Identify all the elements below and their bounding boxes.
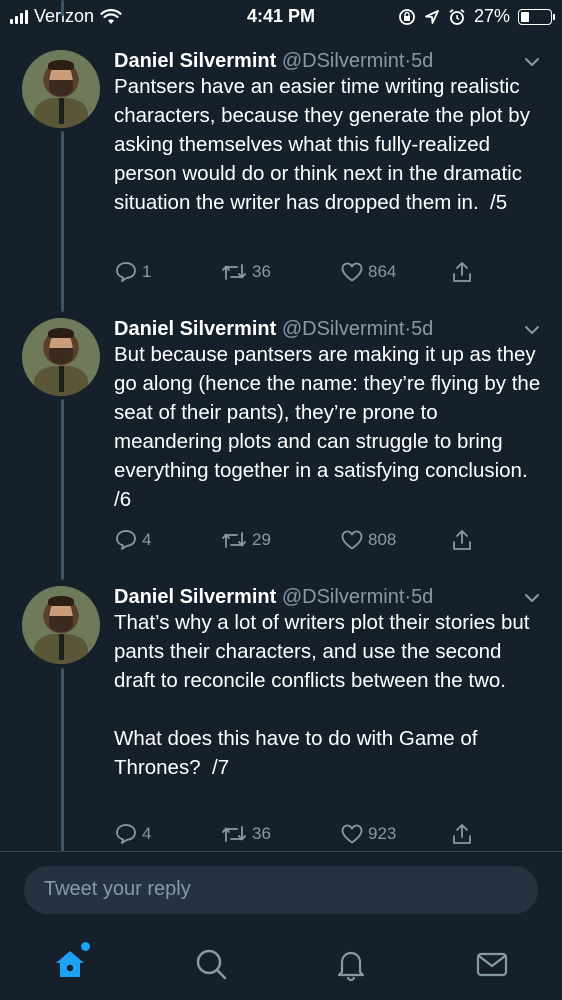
share-button[interactable] [450,822,474,846]
tweet-actions: 1 36 864 [114,260,534,288]
retweet-icon [222,826,246,842]
author-name[interactable]: Daniel Silvermint [114,50,276,72]
messages-icon [476,952,508,977]
tweet-actions: 4 29 808 [114,528,534,556]
battery-percent: 27% [473,6,510,26]
heart-icon [341,530,363,550]
chevron-down-icon[interactable] [522,52,542,72]
reply-button[interactable]: 1 [114,260,151,284]
alarm-icon [449,8,465,25]
tab-search[interactable] [193,946,229,982]
screen-lock-icon [399,8,415,25]
share-icon [453,824,471,844]
reply-input[interactable]: Tweet your reply [24,866,538,914]
notification-dot [81,942,90,951]
tweet-time: 5d [411,318,434,340]
retweet-icon [222,264,246,280]
author-handle[interactable]: @DSilvermint [282,318,405,340]
chevron-down-icon[interactable] [522,320,542,340]
chevron-down-icon[interactable] [522,588,542,608]
retweet-count: 36 [252,262,271,281]
retweet-count: 29 [252,530,271,549]
retweet-button[interactable]: 36 [220,260,271,284]
reply-button[interactable]: 4 [114,822,151,846]
tweet-text: Pantsers have an easier time writing rea… [114,75,536,214]
battery-icon [518,8,555,25]
heart-icon [341,824,363,844]
thread-line [61,131,64,312]
thread-line [61,399,64,580]
tweet-header: Daniel Silvermint @DSilvermint·5d [114,318,433,341]
author-name[interactable]: Daniel Silvermint [114,318,276,340]
tweet-actions: 4 36 923 [114,822,534,850]
like-count: 864 [368,262,397,281]
avatar[interactable] [22,318,100,396]
reply-icon [116,530,136,550]
avatar[interactable] [22,586,100,664]
retweet-button[interactable]: 36 [220,822,271,846]
like-count: 923 [368,824,397,843]
tweet-time: 5d [411,50,434,72]
tweet-header: Daniel Silvermint @DSilvermint·5d [114,586,433,609]
retweet-icon [222,532,246,548]
search-icon [196,949,227,980]
location-icon [425,9,439,24]
reply-count: 4 [142,824,152,843]
avatar[interactable] [22,50,100,128]
reply-icon [116,824,136,844]
like-button[interactable]: 808 [340,528,396,552]
tab-bar [0,930,562,1000]
notifications-icon [337,951,365,982]
share-button[interactable] [450,528,474,552]
retweet-button[interactable]: 29 [220,528,271,552]
tweet-time: 5d [411,586,434,608]
reply-icon [116,262,136,282]
tweet-header: Daniel Silvermint @DSilvermint·5d [114,50,433,73]
heart-icon [341,262,363,282]
tweet-text: But because pantsers are making it up as… [114,343,546,511]
share-icon [453,262,471,282]
reply-placeholder: Tweet your reply [44,878,191,900]
share-icon [453,530,471,550]
share-button[interactable] [450,260,474,284]
like-button[interactable]: 864 [340,260,396,284]
status-bar: Verizon 4:41 PM 27% [0,0,562,34]
like-button[interactable]: 923 [340,822,396,846]
author-handle[interactable]: @DSilvermint [282,50,405,72]
reply-count: 1 [142,262,152,281]
reply-count: 4 [142,530,152,549]
tab-home[interactable] [52,942,90,982]
tab-messages[interactable] [474,946,510,982]
reply-button[interactable]: 4 [114,528,151,552]
like-count: 808 [368,530,397,549]
author-name[interactable]: Daniel Silvermint [114,586,276,608]
home-icon [56,951,84,977]
author-handle[interactable]: @DSilvermint [282,586,405,608]
thread-line [61,0,64,16]
tweet-text: That’s why a lot of writers plot their s… [114,611,530,779]
tab-notifications[interactable] [333,946,369,982]
divider [0,851,562,852]
retweet-count: 36 [252,824,271,843]
thread-line [61,668,64,852]
